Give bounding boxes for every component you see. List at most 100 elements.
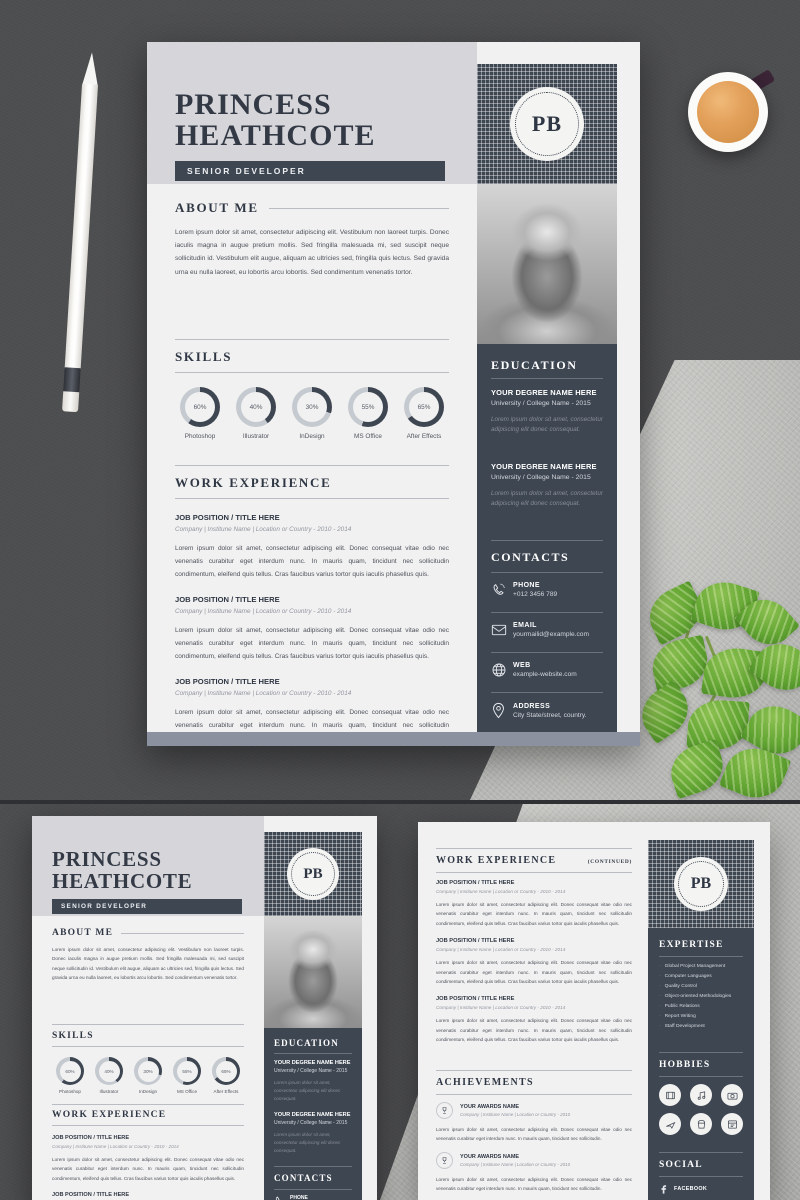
job-meta: Company | Institune Name | Location or C… bbox=[52, 1144, 179, 1149]
social-facebook[interactable]: FACEBOOK bbox=[659, 1184, 745, 1194]
expertise-title: EXPERTISE bbox=[659, 940, 724, 950]
contact-phone[interactable]: PHONE +012 3456 789 bbox=[274, 1195, 352, 1200]
divider bbox=[491, 652, 603, 653]
contact-phone[interactable]: PHONE +012 3456 789 bbox=[491, 582, 603, 598]
bullet-icon: · bbox=[659, 1004, 661, 1009]
trophy-icon bbox=[436, 1102, 453, 1119]
skill-item: 65% After Effects bbox=[399, 387, 449, 440]
job-meta: Company | Institune Name | Location or C… bbox=[175, 690, 352, 697]
resume-page-1-thumb[interactable]: PRINCESS HEATHCOTE SENIOR DEVELOPER PB E… bbox=[32, 816, 377, 1200]
monogram-badge: PB bbox=[510, 87, 584, 161]
list-item: · Global Project Management bbox=[659, 964, 745, 969]
job-meta: Company | Institune Name | Location or C… bbox=[436, 947, 566, 953]
expertise-list: · Global Project Management · Computer Lan… bbox=[659, 964, 745, 1029]
bullet-icon: · bbox=[659, 1024, 661, 1029]
job-text: Lorem ipsum dolor sit amet, consectetur … bbox=[175, 627, 449, 660]
list-item: · Quality Control bbox=[659, 984, 745, 989]
divider bbox=[436, 848, 632, 849]
about-title: ABOUT ME bbox=[52, 928, 114, 938]
bullet-icon: · bbox=[659, 1014, 661, 1019]
job-text: Lorem ipsum dolor sit amet, consectetur … bbox=[175, 545, 449, 578]
education-entry: YOUR DEGREE NAME HERE University / Colle… bbox=[274, 1060, 352, 1102]
travel-icon[interactable] bbox=[659, 1113, 681, 1135]
profile-photo bbox=[477, 184, 617, 344]
skill-label: Illustrator bbox=[242, 433, 270, 440]
job-title: JOB POSITION / TITLE HERE bbox=[52, 1135, 130, 1141]
cooking-icon[interactable] bbox=[690, 1113, 712, 1135]
bullet-icon: · bbox=[659, 964, 661, 969]
skill-value: 30% bbox=[137, 1060, 159, 1082]
skill-value: 30% bbox=[297, 392, 327, 422]
trophy-icon bbox=[436, 1152, 453, 1169]
job-title: JOB POSITION / TITLE HERE bbox=[52, 1192, 130, 1199]
phone-icon bbox=[491, 582, 513, 598]
skill-item: 65% After Effects bbox=[208, 1057, 244, 1094]
expertise-label: Report Writing bbox=[664, 1014, 696, 1019]
skill-item: 30% InDesign bbox=[287, 387, 337, 440]
top-mockup-scene: PRINCESS HEATHCOTE SENIOR DEVELOPER PB E… bbox=[0, 0, 800, 800]
pencil-eraser bbox=[62, 391, 80, 413]
contact-email[interactable]: EMAIL yourmailid@example.com bbox=[491, 622, 603, 638]
education-text: Lorem ipsum dolor sit amet, consectetur … bbox=[274, 1080, 341, 1101]
music-icon[interactable] bbox=[690, 1084, 712, 1106]
job-meta: Company | Institune Name | Location or C… bbox=[436, 1005, 566, 1011]
skill-ring: 60% bbox=[56, 1057, 84, 1085]
expertise-label: Staff Development bbox=[664, 1024, 705, 1029]
contact-value: City State/street, country. bbox=[513, 711, 587, 719]
divider bbox=[659, 1076, 743, 1077]
contact-address[interactable]: ADDRESS City State/street, country. bbox=[491, 702, 603, 719]
contact-label: PHONE bbox=[290, 1195, 308, 1200]
education-text: Lorem ipsum dolor sit amet, consectetur … bbox=[491, 490, 603, 508]
education-entry: YOUR DEGREE NAME HERE University / Colle… bbox=[274, 1112, 352, 1154]
skills-section: SKILLS 60% Photoshop 40% Illustrator 30%… bbox=[175, 349, 449, 440]
job-entry: JOB POSITION / TITLE HERE Company | Inst… bbox=[436, 996, 632, 1044]
list-item: · Public Relations bbox=[659, 1004, 745, 1009]
bullet-icon: · bbox=[659, 974, 661, 979]
work-title: WORK EXPERIENCE bbox=[52, 1110, 167, 1120]
resume-page-2[interactable]: PB EXPERTISE · Global Project Management … bbox=[418, 822, 770, 1200]
resume-page-1[interactable]: PRINCESS HEATHCOTE SENIOR DEVELOPER PB E… bbox=[147, 42, 640, 746]
first-name: PRINCESS bbox=[52, 847, 162, 871]
work-continued-label: (CONTINUED) bbox=[587, 859, 632, 865]
skill-ring: 30% bbox=[292, 387, 332, 427]
skill-label: Photoshop bbox=[59, 1089, 81, 1094]
expertise-label: Computer Languages bbox=[664, 974, 712, 979]
divider bbox=[52, 1024, 244, 1025]
job-entry: JOB POSITION / TITLE HERE Company | Inst… bbox=[175, 513, 449, 581]
skill-ring: 40% bbox=[95, 1057, 123, 1085]
contact-web[interactable]: WEB example-website.com bbox=[491, 662, 603, 678]
skill-ring: 60% bbox=[180, 387, 220, 427]
expertise-label: Quality Control bbox=[664, 984, 697, 989]
skill-value: 60% bbox=[185, 392, 215, 422]
skill-label: MS Office bbox=[354, 433, 382, 440]
degree-name: YOUR DEGREE NAME HERE bbox=[491, 388, 597, 397]
skill-value: 60% bbox=[59, 1060, 81, 1082]
education-title: EDUCATION bbox=[274, 1038, 339, 1048]
achievement-entry: YOUR AWARDS NAME Company | Institune Nam… bbox=[436, 1152, 632, 1193]
contact-value: yourmailid@example.com bbox=[513, 631, 589, 638]
monogram-grid-panel: PB bbox=[477, 64, 617, 184]
award-meta: Company | Institune Name | Location or C… bbox=[460, 1112, 571, 1117]
divider bbox=[436, 1070, 632, 1071]
hobbies-icon-grid bbox=[659, 1084, 745, 1135]
divider bbox=[274, 1053, 352, 1054]
education-entry: YOUR DEGREE NAME HERE University / Colle… bbox=[491, 462, 603, 509]
divider bbox=[175, 339, 449, 340]
job-text: Lorem ipsum dolor sit amet, consectetur … bbox=[52, 1157, 244, 1181]
monogram-initials: PB bbox=[677, 860, 725, 908]
award-meta: Company | Institune Name | Location or C… bbox=[460, 1162, 571, 1167]
camera-icon[interactable] bbox=[721, 1084, 743, 1106]
film-icon[interactable] bbox=[659, 1084, 681, 1106]
skill-ring: 55% bbox=[173, 1057, 201, 1085]
expertise-label: Global Project Management bbox=[664, 964, 726, 969]
job-title: JOB POSITION / TITLE HERE bbox=[436, 880, 515, 886]
achievements-title: ACHIEVEMENTS bbox=[436, 1077, 534, 1088]
work-entries-p2: JOB POSITION / TITLE HERE Company | Inst… bbox=[436, 880, 632, 1045]
skill-value: 40% bbox=[98, 1060, 120, 1082]
contact-value: +012 3456 789 bbox=[513, 591, 558, 598]
skill-ring: 65% bbox=[212, 1057, 240, 1085]
header-band: PRINCESS HEATHCOTE SENIOR DEVELOPER bbox=[147, 42, 477, 184]
reading-icon[interactable] bbox=[721, 1113, 743, 1135]
expertise-label: Public Relations bbox=[664, 1004, 700, 1009]
degree-name: YOUR DEGREE NAME HERE bbox=[491, 462, 597, 471]
